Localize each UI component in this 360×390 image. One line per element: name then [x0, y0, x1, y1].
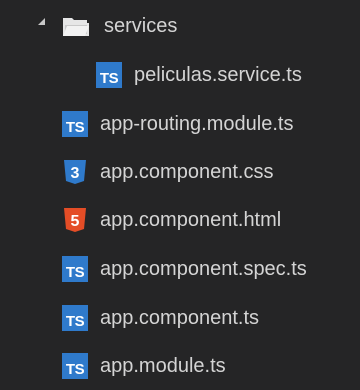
- typescript-file-icon: TS: [96, 62, 122, 88]
- typescript-file-icon: TS: [62, 111, 88, 137]
- tree-file-app-module-ts[interactable]: TS app.module.ts: [62, 346, 226, 386]
- file-explorer-tree: services TS peliculas.service.ts TS app-…: [0, 0, 360, 390]
- html-file-icon: 5: [62, 207, 88, 233]
- file-label: peliculas.service.ts: [134, 63, 302, 86]
- svg-text:3: 3: [71, 165, 80, 182]
- tree-folder-services[interactable]: services: [0, 6, 360, 46]
- file-label: app.component.css: [100, 160, 274, 183]
- css-file-icon: 3: [62, 159, 88, 185]
- folder-label: services: [104, 14, 178, 37]
- tree-file-app-routing-module-ts[interactable]: TS app-routing.module.ts: [62, 104, 293, 144]
- file-label: app.component.ts: [100, 306, 259, 329]
- svg-text:5: 5: [71, 213, 80, 230]
- tree-file-app-component-ts[interactable]: TS app.component.ts: [62, 298, 259, 338]
- tree-file-app-component-spec-ts[interactable]: TS app.component.spec.ts: [62, 249, 307, 289]
- folder-open-icon: [63, 18, 89, 36]
- tree-file-peliculas-service-ts[interactable]: TS peliculas.service.ts: [96, 55, 302, 95]
- file-label: app-routing.module.ts: [100, 112, 294, 135]
- typescript-file-icon: TS: [62, 353, 88, 379]
- file-label: app.module.ts: [100, 354, 226, 377]
- typescript-file-icon: TS: [62, 305, 88, 331]
- expand-arrow-icon[interactable]: [38, 18, 45, 25]
- typescript-file-icon: TS: [62, 256, 88, 282]
- file-label: app.component.spec.ts: [100, 257, 307, 280]
- tree-file-app-component-html[interactable]: 5 app.component.html: [62, 200, 281, 240]
- tree-file-app-component-css[interactable]: 3 app.component.css: [62, 152, 273, 192]
- file-label: app.component.html: [100, 208, 282, 231]
